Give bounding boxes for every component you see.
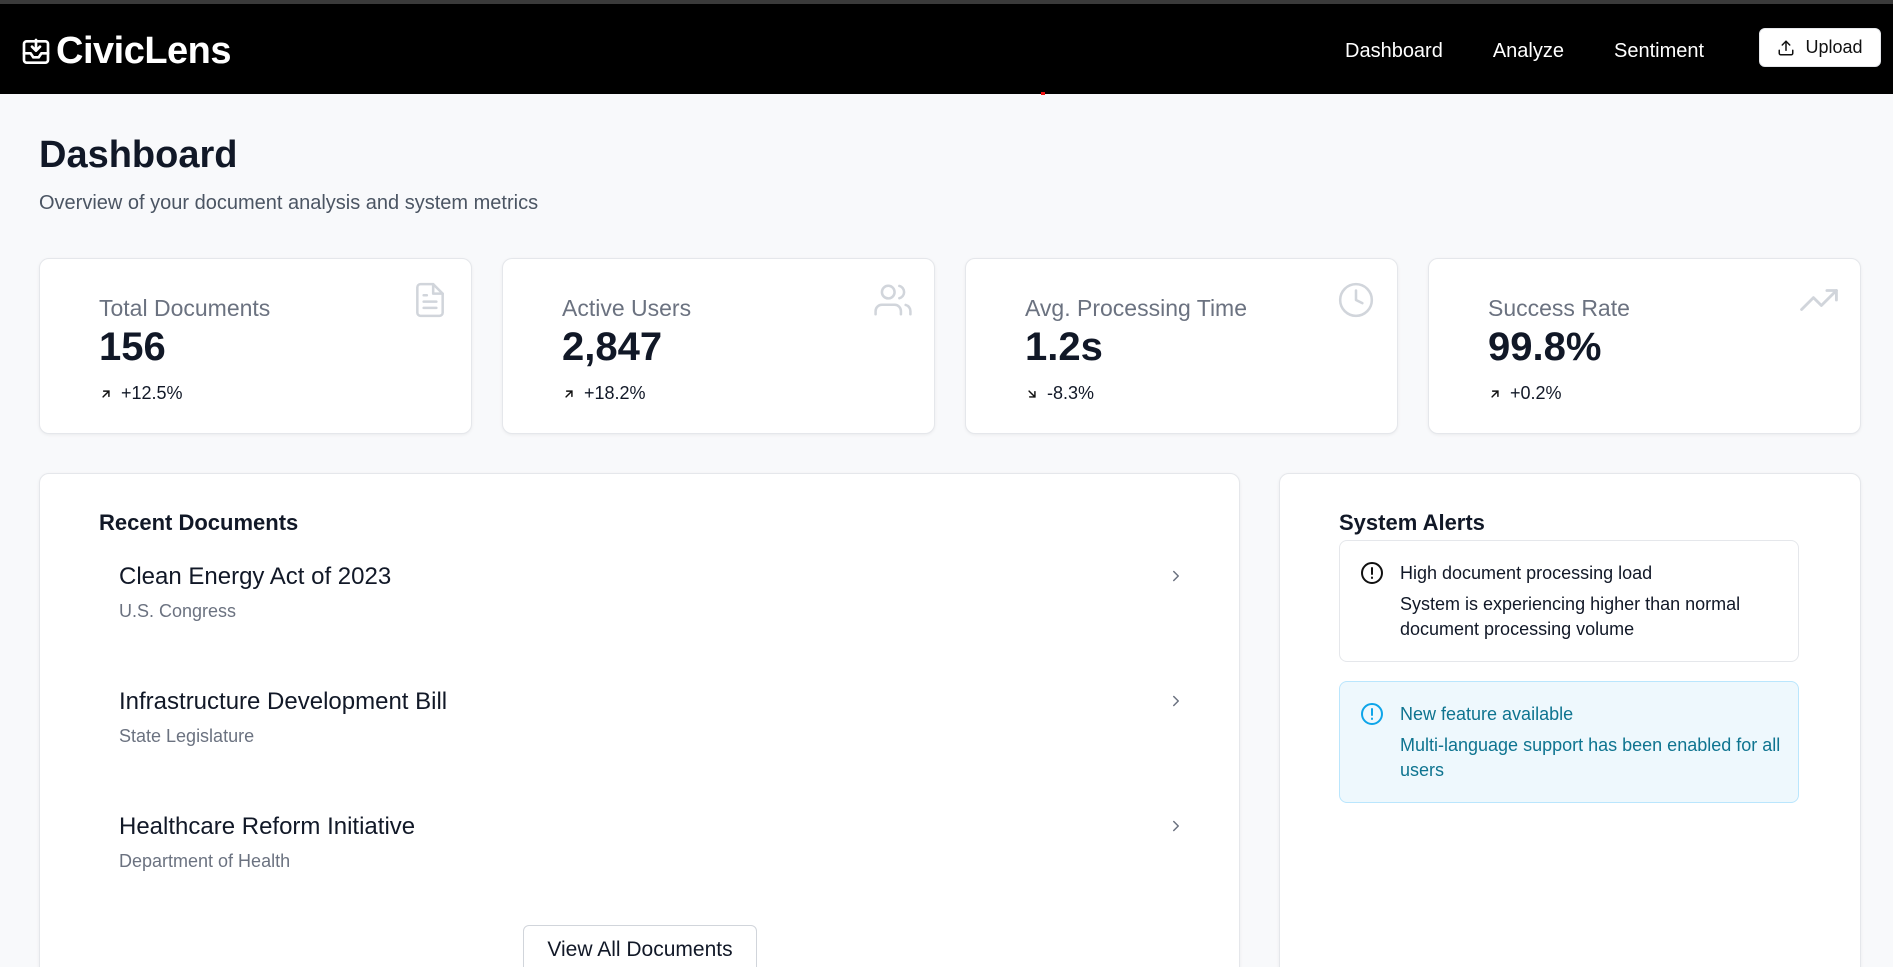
document-title: Clean Energy Act of 2023 [119,563,392,590]
document-icon [416,282,444,318]
stat-trend-value: +12.5% [121,383,183,403]
stat-trend-value: -8.3% [1047,383,1095,403]
alert-title: New feature available [1400,704,1574,724]
nav-link-dashboard[interactable]: Dashboard [1345,40,1443,63]
nav-link-sentiment[interactable]: Sentiment [1614,40,1704,63]
stat-label: Avg. Processing Time [1025,295,1248,321]
document-list-item[interactable]: Clean Energy Act of 2023 U.S. Congress [119,563,1199,663]
page-subtitle: Overview of your document analysis and s… [39,192,539,214]
upload-button-label: Upload [1805,37,1863,57]
document-source: Department of Health [119,851,291,871]
brand-name: CivicLens [56,30,232,72]
arrow-up-right-icon [102,389,110,398]
stat-card-active-users: Active Users 2,847 +18.2% [502,258,935,434]
stat-value: 2,847 [562,325,663,369]
stat-value: 99.8% [1488,325,1602,369]
stat-trend-value: +0.2% [1510,383,1562,403]
inbox-logo-icon [22,38,50,64]
document-title: Infrastructure Development Bill [119,688,448,715]
document-source: U.S. Congress [119,601,237,621]
system-alerts-title: System Alerts [1339,510,1485,535]
brand-logo[interactable]: CivicLens [20,30,232,73]
main-nav: Dashboard Analyze Sentiment [1345,40,1704,63]
stat-trend: +0.2% [1488,383,1562,404]
recent-documents-title: Recent Documents [99,510,299,535]
document-list-item[interactable]: Healthcare Reform Initiative Department … [119,813,1199,913]
alert-body: System is experiencing higher than norma… [1400,594,1741,639]
stat-label: Success Rate [1488,295,1630,321]
users-icon [874,284,912,316]
chevron-right-icon [1173,820,1179,832]
recent-documents-panel: Recent Documents Clean Energy Act of 202… [39,473,1240,967]
upload-icon [1778,40,1794,55]
top-navbar: CivicLens Dashboard Analyze Sentiment Up… [0,4,1893,94]
stat-value: 1.2s [1025,325,1103,369]
trending-up-icon [1800,289,1838,311]
page-title: Dashboard [39,134,238,176]
stat-trend: +12.5% [99,383,183,404]
stat-card-avg-processing-time: Avg. Processing Time 1.2s -8.3% [965,258,1398,434]
stat-trend: -8.3% [1025,383,1094,404]
arrow-up-right-icon [1491,389,1499,398]
arrow-down-right-icon [1028,389,1036,398]
clock-icon [1338,282,1374,318]
view-all-documents-button[interactable]: View All Documents [523,925,757,967]
stat-label: Total Documents [99,295,271,321]
stat-card-total-documents: Total Documents 156 +12.5% [39,258,472,434]
alert-info: New feature available Multi-language sup… [1339,681,1799,803]
document-source: State Legislature [119,726,255,746]
stat-trend: +18.2% [562,383,646,404]
alert-warning: High document processing load System is … [1339,540,1799,662]
stat-trend-value: +18.2% [584,383,646,403]
stat-label: Active Users [562,295,692,321]
nav-link-analyze[interactable]: Analyze [1493,40,1564,63]
arrow-up-right-icon [565,389,573,398]
cursor-artifact [1041,92,1045,95]
document-list-item[interactable]: Infrastructure Development Bill State Le… [119,688,1199,788]
upload-button[interactable]: Upload [1759,28,1881,67]
info-circle-icon [1361,703,1383,725]
stat-value: 156 [99,325,166,369]
alert-body: Multi-language support has been enabled … [1400,735,1781,780]
chevron-right-icon [1173,570,1179,582]
chevron-right-icon [1173,695,1179,707]
stat-card-success-rate: Success Rate 99.8% +0.2% [1428,258,1861,434]
document-title: Healthcare Reform Initiative [119,813,416,840]
system-alerts-panel: System Alerts High document processing l… [1279,473,1861,967]
alert-title: High document processing load [1400,563,1653,583]
alert-circle-icon [1361,562,1383,584]
